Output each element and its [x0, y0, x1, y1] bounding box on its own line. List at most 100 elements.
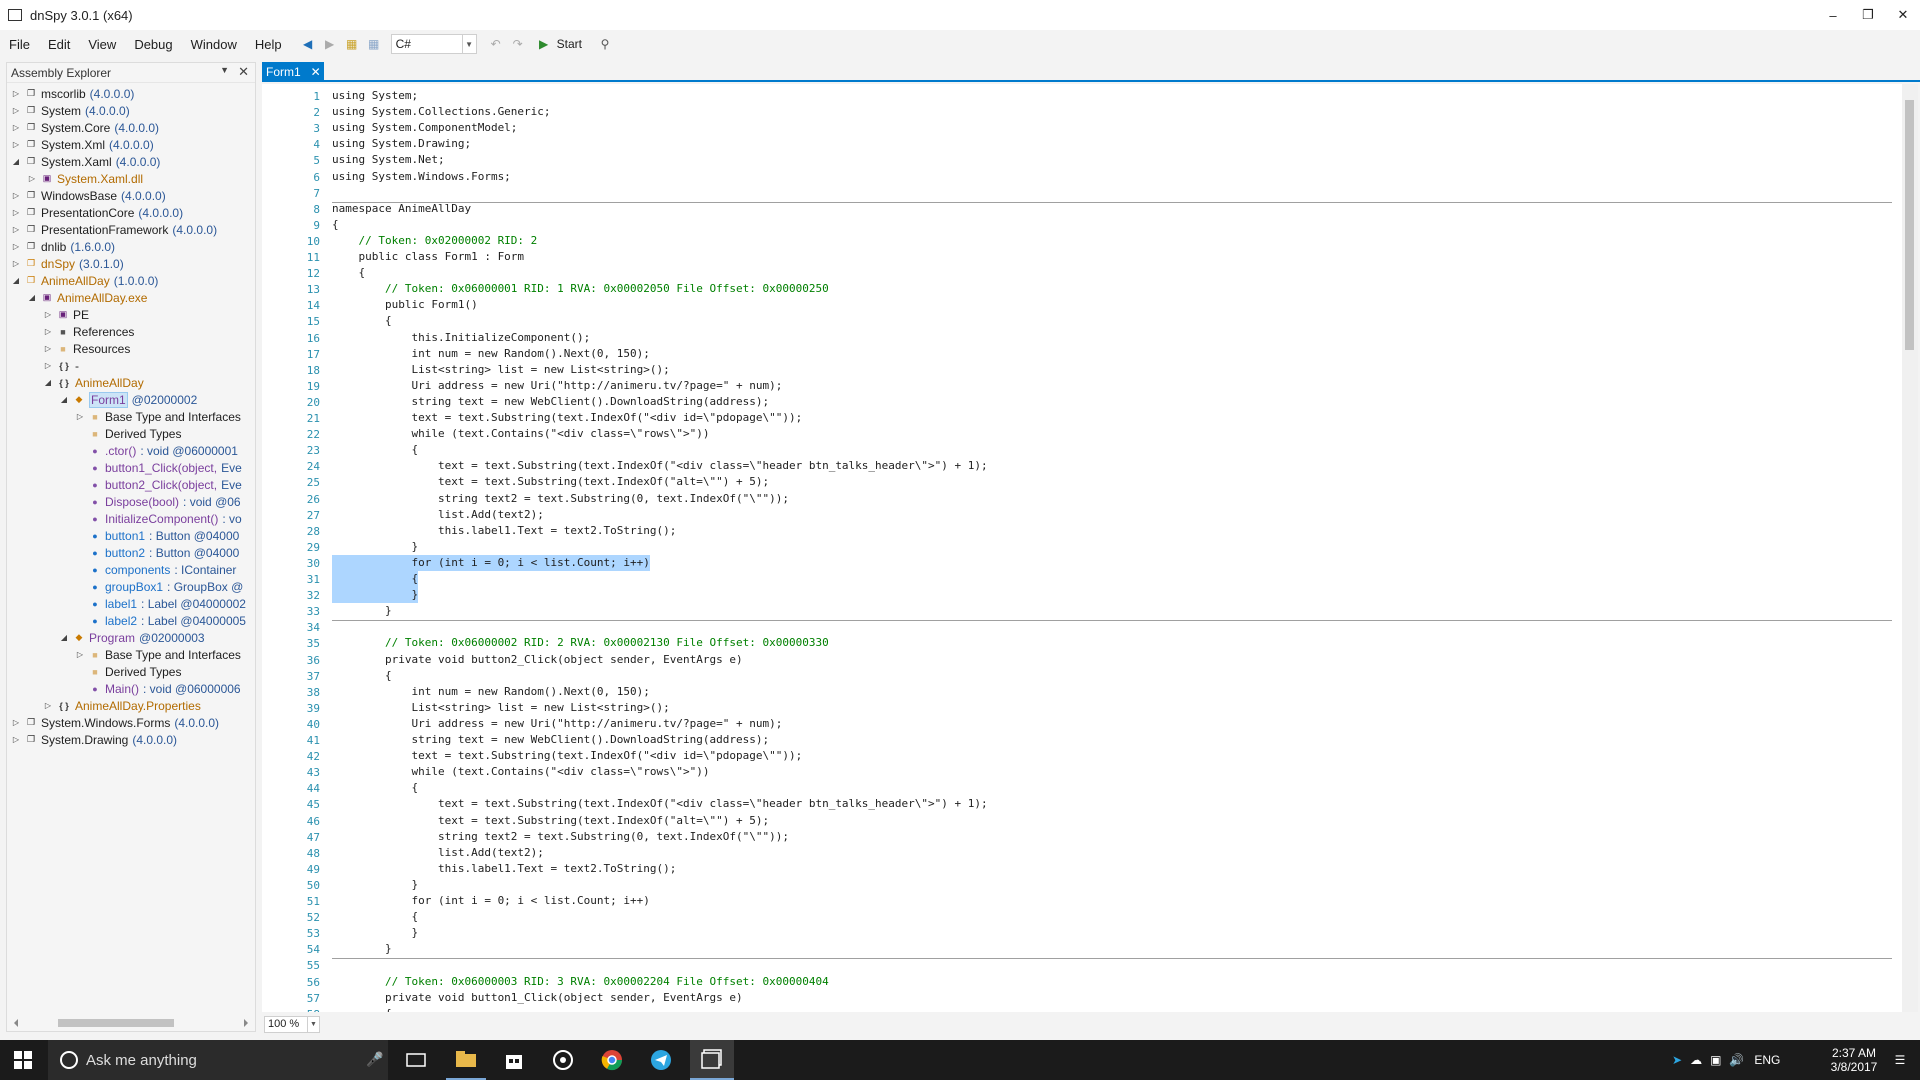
collapsed-icon[interactable]: ▷ [11, 225, 21, 234]
tree-item[interactable]: ▷ ■ References [7, 323, 255, 340]
code-line[interactable]: text = text.Substring(text.IndexOf("<div… [332, 748, 802, 764]
code-line[interactable]: } [332, 941, 392, 957]
close-icon[interactable]: ✕ [238, 64, 249, 80]
tree-item[interactable]: ▷ ❐ WindowsBase (4.0.0.0) [7, 187, 255, 204]
chrome-icon[interactable] [592, 1040, 632, 1080]
tree-item[interactable]: ▷ { } AnimeAllDay.Properties [7, 697, 255, 714]
code-line[interactable]: text = text.Substring(text.IndexOf("alt=… [332, 813, 769, 829]
code-line[interactable]: { [332, 780, 418, 796]
tree-item[interactable]: ● label2: Label @04000005 [7, 612, 255, 629]
code-line[interactable]: Uri address = new Uri("http://animeru.tv… [332, 378, 782, 394]
code-line[interactable]: text = text.Substring(text.IndexOf("<div… [332, 410, 802, 426]
collapsed-icon[interactable]: ▷ [43, 344, 53, 353]
code-line[interactable]: using System.Windows.Forms; [332, 169, 511, 185]
telegram-icon[interactable] [641, 1040, 681, 1080]
dnspy-taskbar-icon[interactable] [690, 1040, 734, 1080]
code-line[interactable]: list.Add(text2); [332, 845, 544, 861]
collapsed-icon[interactable]: ▷ [11, 718, 21, 727]
tree-item[interactable]: ● label1: Label @04000002 [7, 595, 255, 612]
code-line[interactable]: this.label1.Text = text2.ToString(); [332, 523, 676, 539]
task-view-icon[interactable] [398, 1040, 434, 1080]
menu-debug[interactable]: Debug [125, 37, 181, 52]
close-button[interactable]: ✕ [1880, 0, 1920, 30]
tab-form1[interactable]: Form1 ✕ [262, 62, 324, 82]
zoom-select[interactable]: 100 % ▼ [264, 1016, 320, 1033]
redo-icon[interactable]: ↷ [509, 35, 527, 53]
code-line[interactable]: text = text.Substring(text.IndexOf("alt=… [332, 474, 769, 490]
code-line[interactable]: // Token: 0x02000002 RID: 2 [332, 233, 537, 249]
dropdown-icon[interactable]: ▼ [220, 65, 229, 75]
collapsed-icon[interactable]: ▷ [11, 208, 21, 217]
tree-item[interactable]: ■ Derived Types [7, 425, 255, 442]
code-line[interactable]: { [332, 571, 419, 587]
search-icon[interactable]: ⚲ [596, 35, 614, 53]
code-line[interactable]: } [332, 877, 418, 893]
tree-item[interactable]: ▷ ■ Base Type and Interfaces [7, 646, 255, 663]
menu-help[interactable]: Help [246, 37, 291, 52]
file-explorer-icon[interactable] [446, 1040, 486, 1080]
clock[interactable]: 2:37 AM 3/8/2017 [1824, 1040, 1884, 1080]
code-line[interactable]: public Form1() [332, 297, 478, 313]
code-line[interactable]: using System.Drawing; [332, 136, 471, 152]
collapsed-icon[interactable]: ▷ [11, 191, 21, 200]
code-editor[interactable]: 1 2 3 4 5 6 7 8 9 10 11 12 13 14 15 16 17 18 19 20 21 22 23 24 2… [262, 84, 1902, 1012]
expanded-icon[interactable]: ◢ [43, 378, 53, 387]
tree-item[interactable]: ▷ ❐ System.Xml (4.0.0.0) [7, 136, 255, 153]
collapsed-icon[interactable]: ▷ [43, 701, 53, 710]
editor-scrollbar-thumb[interactable] [1905, 100, 1914, 350]
code-line[interactable]: { [332, 1006, 392, 1012]
code-line[interactable]: { [332, 442, 418, 458]
tree-item[interactable]: ◢ ❐ System.Xaml (4.0.0.0) [7, 153, 255, 170]
tree-item[interactable]: ▷ ■ Base Type and Interfaces [7, 408, 255, 425]
collapsed-icon[interactable]: ▷ [11, 259, 21, 268]
code-line[interactable]: List<string> list = new List<string>(); [332, 700, 669, 716]
action-center-icon[interactable]: ☰ [1882, 1040, 1918, 1080]
code-line[interactable]: using System.ComponentModel; [332, 120, 517, 136]
tree-item[interactable]: ▷ ❐ System (4.0.0.0) [7, 102, 255, 119]
collapsed-icon[interactable]: ▷ [75, 650, 85, 659]
code-line[interactable]: } [332, 925, 418, 941]
tree-item[interactable]: ▷ ❐ dnlib (1.6.0.0) [7, 238, 255, 255]
tree-item[interactable]: ▷ ❐ PresentationFramework (4.0.0.0) [7, 221, 255, 238]
collapsed-icon[interactable]: ▷ [11, 242, 21, 251]
tree-item[interactable]: ▷ ■ Resources [7, 340, 255, 357]
tree-item[interactable]: ▷ ❐ System.Windows.Forms (4.0.0.0) [7, 714, 255, 731]
tree-item[interactable]: ▷ ❐ mscorlib (4.0.0.0) [7, 85, 255, 102]
menu-file[interactable]: File [0, 37, 39, 52]
code-line[interactable]: string text = new WebClient().DownloadSt… [332, 732, 769, 748]
expanded-icon[interactable]: ◢ [59, 395, 69, 404]
open-list-icon[interactable]: ▦ [365, 35, 383, 53]
code-line[interactable]: // Token: 0x06000003 RID: 3 RVA: 0x00002… [332, 974, 829, 990]
tree-item[interactable]: ▷ ❐ PresentationCore (4.0.0.0) [7, 204, 255, 221]
tree-item[interactable]: ● Main(): void @06000006 [7, 680, 255, 697]
network-icon[interactable]: ▣ [1710, 1053, 1721, 1067]
language-indicator[interactable]: ENG [1754, 1053, 1780, 1067]
code-line[interactable]: private void button2_Click(object sender… [332, 652, 743, 668]
tree-item[interactable]: ● button1: Button @04000 [7, 527, 255, 544]
code-line[interactable]: for (int i = 0; i < list.Count; i++) [332, 554, 650, 571]
telegram-tray-icon[interactable]: ➤ [1672, 1053, 1682, 1067]
expanded-icon[interactable]: ◢ [27, 293, 37, 302]
start-icon[interactable]: ▶ [535, 35, 553, 53]
onedrive-icon[interactable]: ☁ [1690, 1053, 1702, 1067]
collapsed-icon[interactable]: ▷ [11, 123, 21, 132]
start-button[interactable]: Start [557, 37, 582, 51]
code-line[interactable]: { [332, 313, 392, 329]
code-line[interactable]: string text = new WebClient().DownloadSt… [332, 394, 769, 410]
code-line[interactable]: // Token: 0x06000001 RID: 1 RVA: 0x00002… [332, 281, 829, 297]
code-line[interactable]: list.Add(text2); [332, 507, 544, 523]
media-icon[interactable] [543, 1040, 583, 1080]
collapsed-icon[interactable]: ▷ [75, 412, 85, 421]
open-icon[interactable]: ▦ [343, 35, 361, 53]
code-line[interactable]: this.label1.Text = text2.ToString(); [332, 861, 676, 877]
tree-item[interactable]: ◢ ▣ AnimeAllDay.exe [7, 289, 255, 306]
code-line[interactable]: text = text.Substring(text.IndexOf("<div… [332, 796, 988, 812]
tree-item[interactable]: ● .ctor(): void @06000001 [7, 442, 255, 459]
collapsed-icon[interactable]: ▷ [43, 310, 53, 319]
code-line[interactable]: while (text.Contains("<div class=\"rows\… [332, 764, 709, 780]
close-tab-icon[interactable]: ✕ [311, 65, 321, 79]
code-line[interactable]: int num = new Random().Next(0, 150); [332, 684, 649, 700]
code-line[interactable]: int num = new Random().Next(0, 150); [332, 346, 649, 362]
menu-edit[interactable]: Edit [39, 37, 79, 52]
menu-view[interactable]: View [79, 37, 125, 52]
